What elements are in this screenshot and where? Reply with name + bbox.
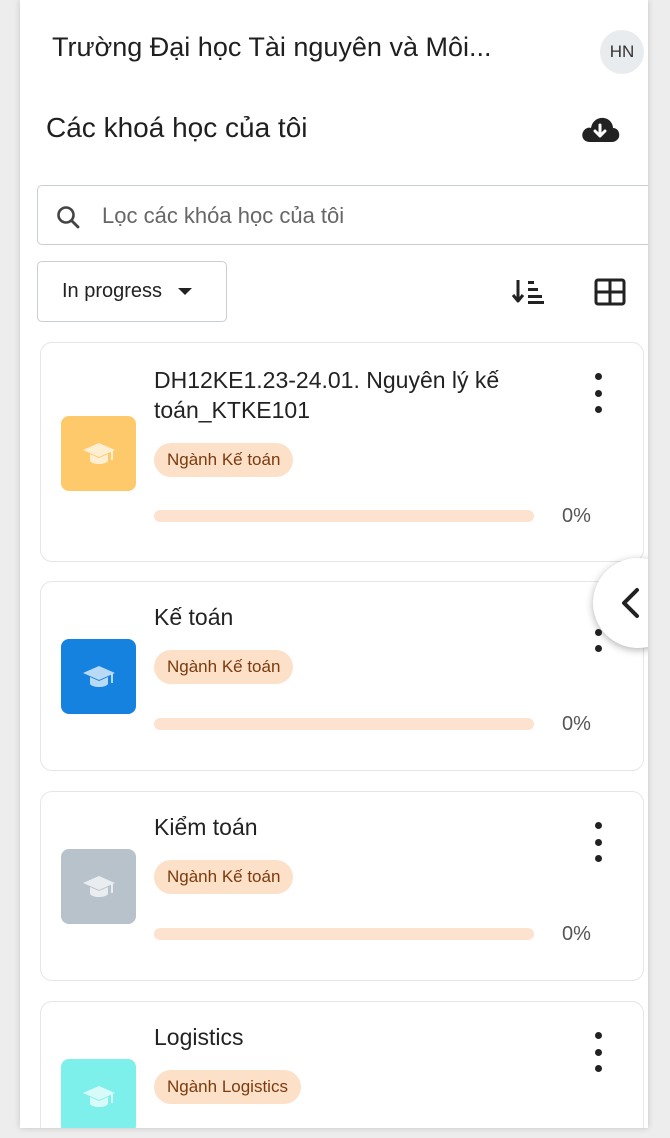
- graduation-cap-icon: [82, 442, 115, 464]
- progress-bar: [154, 928, 534, 940]
- graduation-cap-icon: [82, 875, 115, 897]
- progress-percent: 0%: [562, 505, 591, 527]
- search-input[interactable]: [100, 196, 644, 236]
- course-image[interactable]: [61, 639, 136, 714]
- course-category-badge: Ngành Kế toán: [154, 650, 294, 684]
- course-category-badge: Ngành Kế toán: [154, 860, 294, 894]
- kebab-menu-icon[interactable]: [588, 822, 608, 862]
- course-image[interactable]: [61, 1059, 136, 1128]
- course-image[interactable]: [61, 416, 136, 491]
- progress-percent: 0%: [562, 923, 591, 945]
- search-field[interactable]: [37, 185, 648, 245]
- caret-down-icon: [178, 288, 193, 295]
- course-card[interactable]: DH12KE1.23-24.01. Nguyên lý kế toán_KTKE…: [40, 342, 644, 562]
- course-card[interactable]: Logistics Ngành Logistics: [40, 1001, 644, 1128]
- kebab-menu-icon[interactable]: [588, 1032, 608, 1072]
- course-name[interactable]: DH12KE1.23-24.01. Nguyên lý kế toán_KTKE…: [154, 365, 574, 425]
- progress-bar: [154, 510, 534, 522]
- chevron-left-icon: [622, 588, 639, 618]
- app-screen: Trường Đại học Tài nguyên và Môi... HN C…: [20, 0, 648, 1128]
- progress-filter-dropdown[interactable]: In progress: [37, 261, 227, 322]
- kebab-menu-icon[interactable]: [588, 373, 608, 413]
- cloud-download-icon[interactable]: [580, 114, 620, 146]
- graduation-cap-icon: [82, 665, 115, 687]
- filter-label: In progress: [62, 280, 163, 302]
- page-title: Các khoá học của tôi: [46, 112, 308, 143]
- course-name[interactable]: Logistics: [154, 1022, 574, 1052]
- course-name[interactable]: Kiểm toán: [154, 812, 574, 842]
- graduation-cap-icon: [82, 1085, 115, 1107]
- user-avatar[interactable]: HN: [600, 30, 644, 74]
- grid-view-icon[interactable]: [594, 278, 626, 306]
- course-category-badge: Ngành Kế toán: [154, 443, 294, 477]
- sort-icon[interactable]: [510, 276, 546, 306]
- progress-percent: 0%: [562, 713, 591, 735]
- search-icon: [57, 206, 80, 229]
- course-card[interactable]: Kế toán Ngành Kế toán 0%: [40, 581, 644, 771]
- course-category-badge: Ngành Logistics: [154, 1070, 301, 1104]
- course-name[interactable]: Kế toán: [154, 602, 574, 632]
- course-image[interactable]: [61, 849, 136, 924]
- site-name[interactable]: Trường Đại học Tài nguyên và Môi...: [52, 32, 491, 63]
- course-card[interactable]: Kiểm toán Ngành Kế toán 0%: [40, 791, 644, 981]
- progress-bar: [154, 718, 534, 730]
